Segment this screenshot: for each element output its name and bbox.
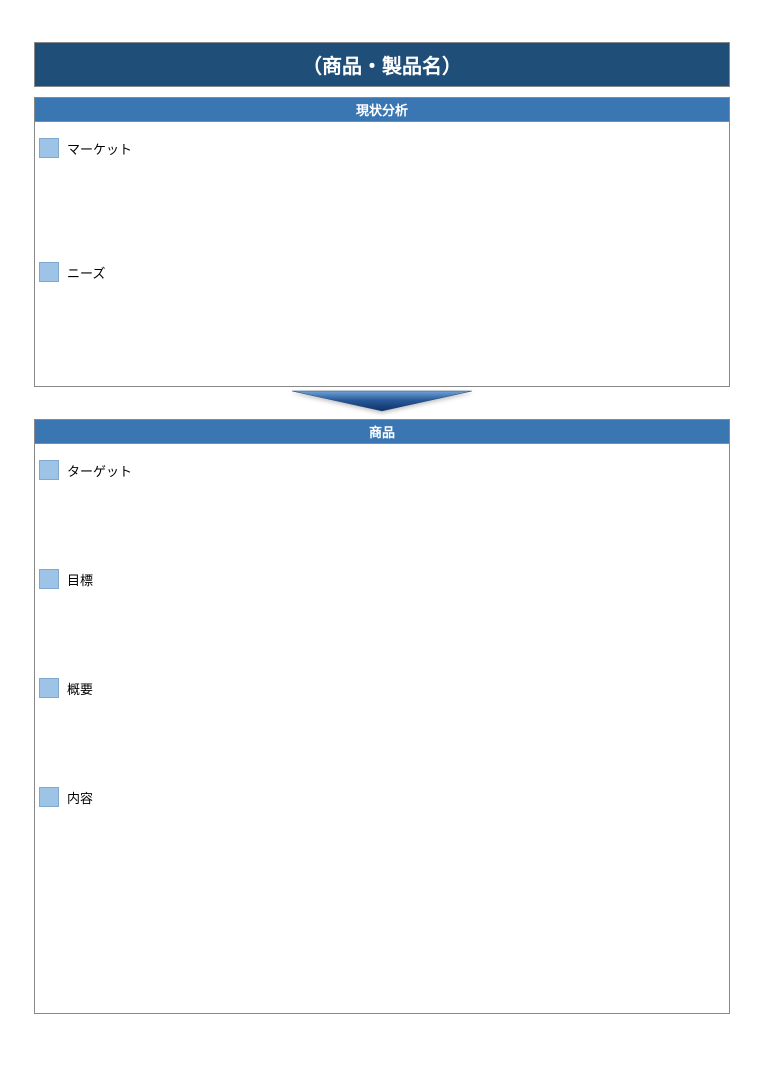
analysis-header: 現状分析	[34, 97, 730, 121]
analysis-item-needs: ニーズ	[35, 258, 729, 282]
product-body: ターゲット 目標 概要 内容	[34, 443, 730, 1014]
bullet-icon	[39, 262, 59, 282]
product-item-overview: 概要	[35, 674, 729, 698]
analysis-item-market: マーケット	[35, 134, 729, 158]
analysis-body: マーケット ニーズ	[34, 121, 730, 387]
analysis-section: 現状分析 マーケット ニーズ	[34, 97, 730, 387]
product-item-label: 目標	[67, 570, 93, 589]
product-item-target: ターゲット	[35, 456, 729, 480]
product-item-label: ターゲット	[67, 461, 132, 480]
bullet-icon	[39, 787, 59, 807]
chevron-down-icon	[272, 387, 492, 419]
product-item-content: 内容	[35, 783, 729, 807]
down-arrow	[34, 387, 730, 419]
product-item-label: 概要	[67, 679, 93, 698]
product-section: 商品 ターゲット 目標 概要 内容	[34, 419, 730, 1014]
bullet-icon	[39, 569, 59, 589]
bullet-icon	[39, 460, 59, 480]
bullet-icon	[39, 678, 59, 698]
page-title: （商品・製品名）	[34, 42, 730, 87]
product-header: 商品	[34, 419, 730, 443]
product-item-label: 内容	[67, 788, 93, 807]
analysis-item-label: ニーズ	[67, 263, 105, 282]
analysis-item-label: マーケット	[67, 139, 132, 158]
bullet-icon	[39, 138, 59, 158]
product-item-goal: 目標	[35, 565, 729, 589]
